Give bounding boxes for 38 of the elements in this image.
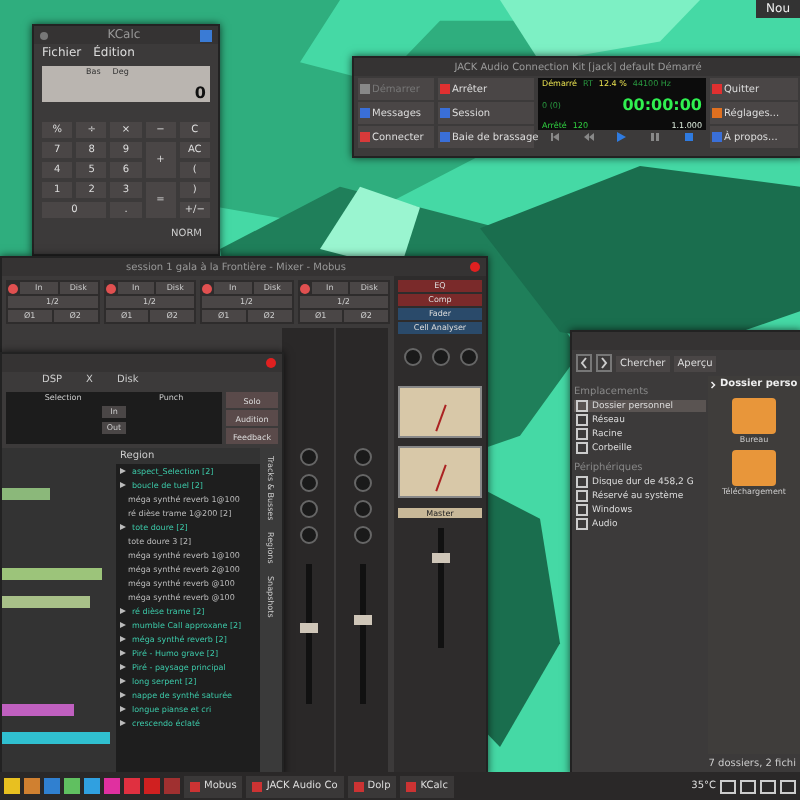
vu-meter-drawing bbox=[398, 446, 482, 498]
expander-icon[interactable] bbox=[120, 468, 126, 474]
stop-icon[interactable] bbox=[684, 132, 695, 142]
window-menu-icon[interactable] bbox=[40, 31, 48, 39]
forward-icon[interactable] bbox=[596, 354, 612, 372]
expander-icon[interactable] bbox=[120, 664, 126, 670]
calculator-icon bbox=[200, 29, 212, 41]
expander-icon[interactable] bbox=[120, 678, 126, 684]
record-icon[interactable] bbox=[105, 283, 115, 293]
record-icon[interactable] bbox=[299, 283, 309, 293]
vu-meter-drawing bbox=[398, 386, 482, 438]
record-icon[interactable] bbox=[8, 283, 18, 293]
audio-clip[interactable] bbox=[2, 568, 102, 580]
expander-icon[interactable] bbox=[120, 622, 126, 628]
fader-handle[interactable] bbox=[299, 622, 317, 632]
back-icon[interactable] bbox=[576, 354, 592, 372]
chevron-icon bbox=[710, 379, 716, 389]
record-icon[interactable] bbox=[202, 283, 212, 293]
expander-icon[interactable] bbox=[120, 650, 126, 656]
fader-handle[interactable] bbox=[431, 553, 449, 563]
expander-icon[interactable] bbox=[120, 720, 126, 726]
audio-clip[interactable] bbox=[2, 488, 50, 500]
expander-icon[interactable] bbox=[120, 636, 126, 642]
skip-back-icon[interactable] bbox=[549, 132, 560, 142]
expander-icon[interactable] bbox=[120, 692, 126, 698]
fader-handle[interactable] bbox=[353, 615, 371, 625]
expander-icon[interactable] bbox=[120, 706, 126, 712]
audio-clip[interactable] bbox=[2, 596, 90, 608]
audio-clip[interactable] bbox=[2, 704, 74, 716]
expander-icon[interactable] bbox=[120, 524, 126, 530]
close-icon[interactable] bbox=[470, 262, 480, 272]
pause-icon[interactable] bbox=[650, 132, 661, 142]
display-value: 0 bbox=[194, 84, 206, 102]
close-icon[interactable] bbox=[266, 358, 276, 368]
expander-icon[interactable] bbox=[120, 608, 126, 614]
expander-icon[interactable] bbox=[120, 482, 126, 488]
time-display: 00:00:00 bbox=[622, 95, 702, 113]
audio-clip[interactable] bbox=[2, 732, 110, 744]
